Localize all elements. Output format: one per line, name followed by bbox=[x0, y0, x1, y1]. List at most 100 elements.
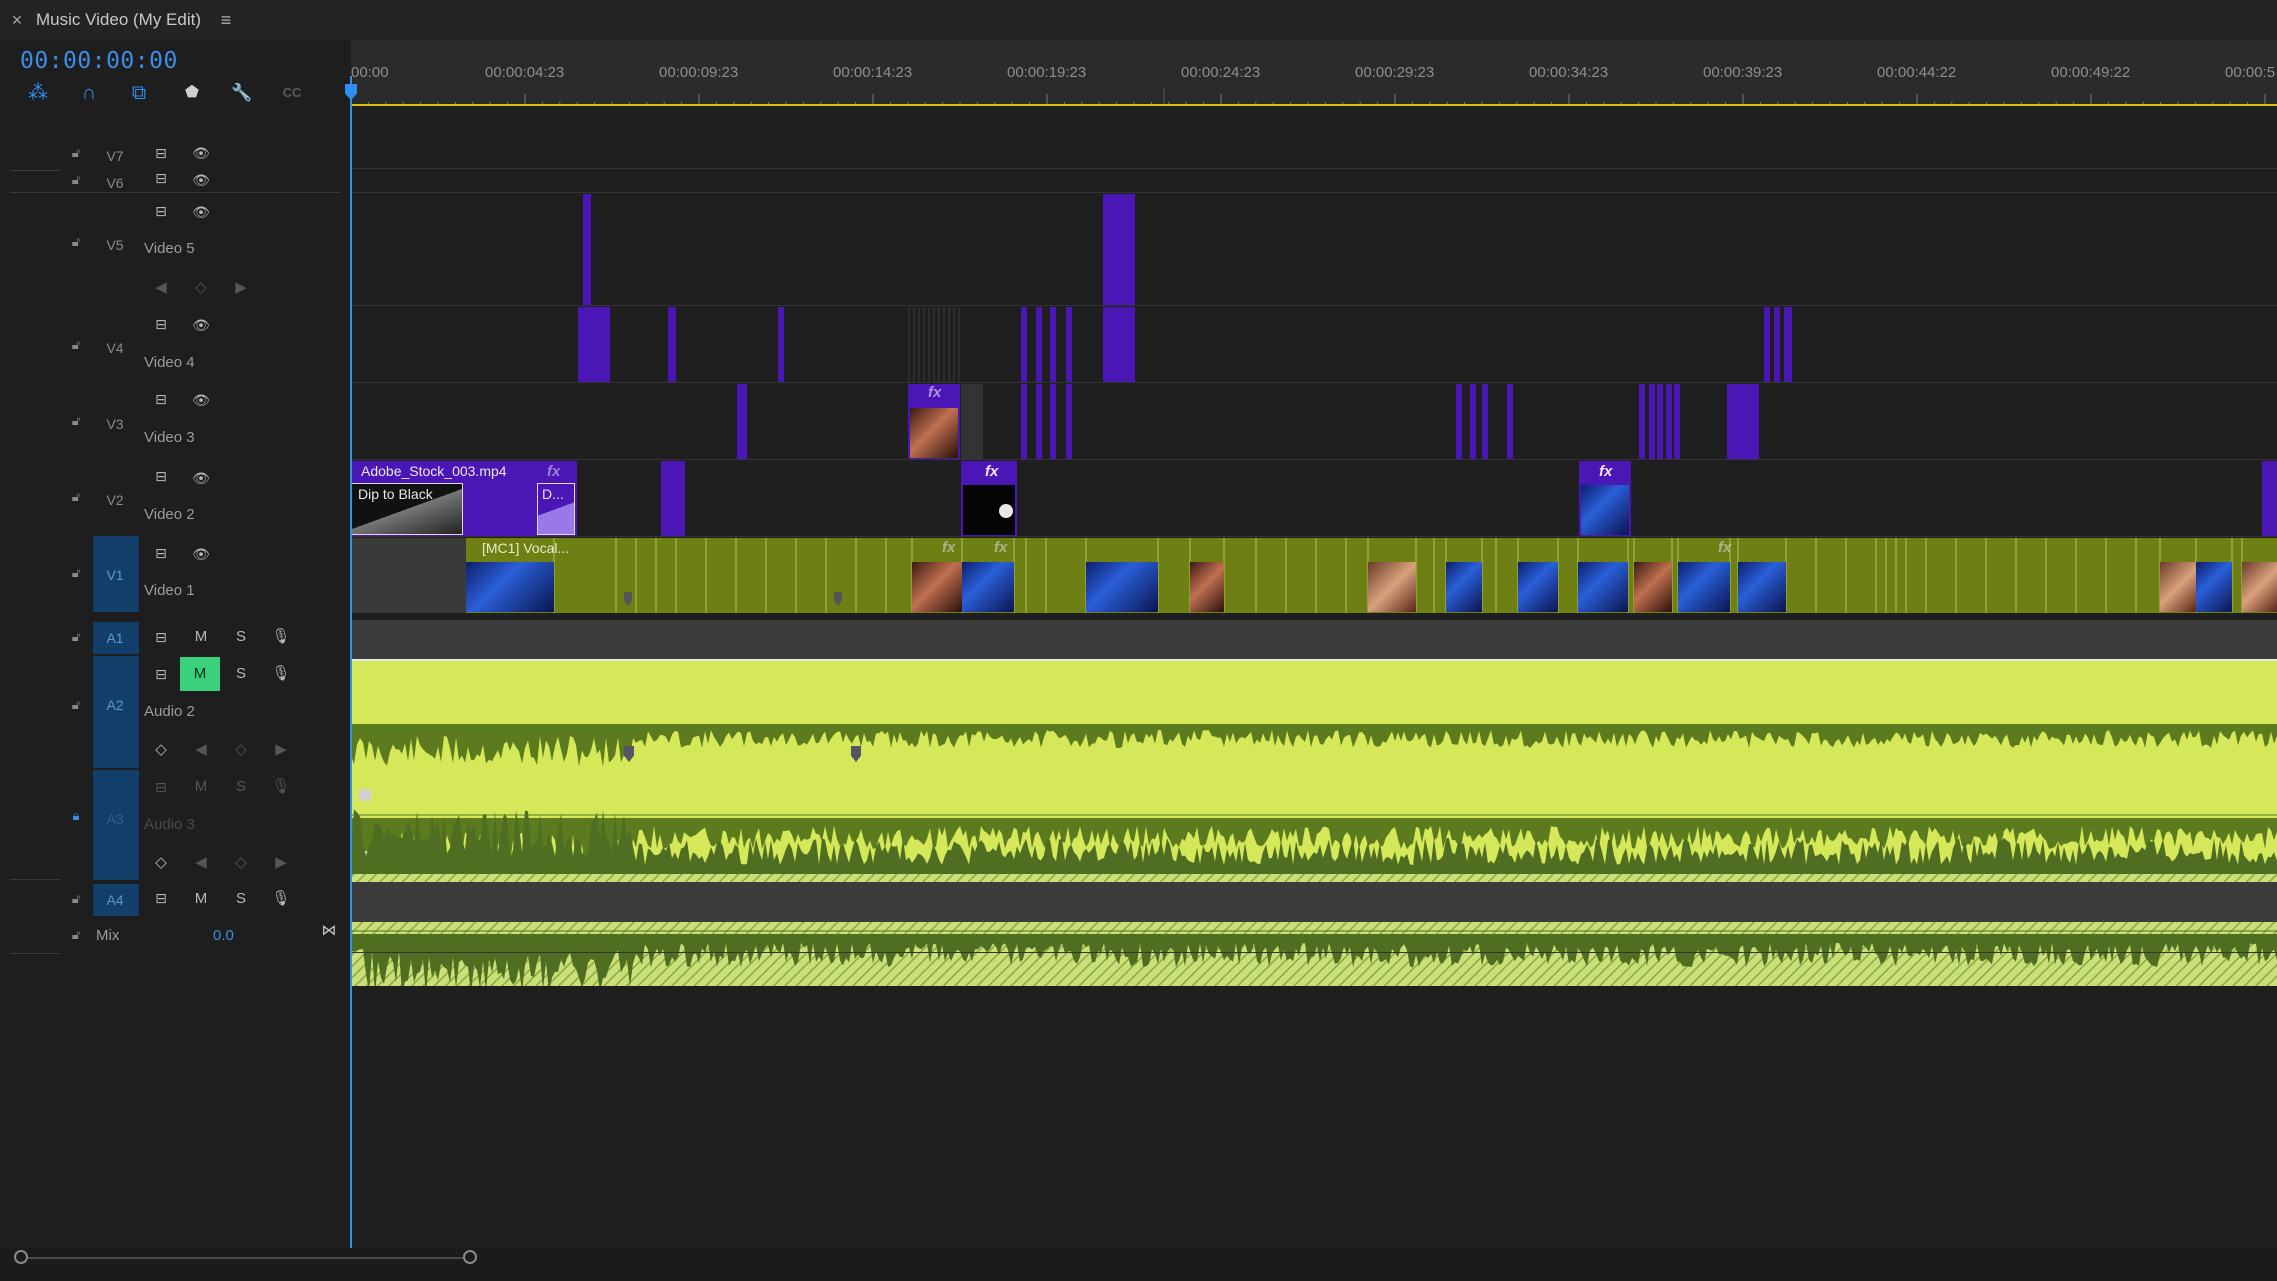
toggle-sync-lock-icon[interactable]: ⊟ bbox=[150, 168, 172, 188]
lock-icon[interactable]: 🔓︎ bbox=[68, 628, 84, 646]
mute-button-active[interactable]: M bbox=[180, 657, 220, 691]
video-clip[interactable] bbox=[578, 307, 610, 382]
toggle-sync-lock-icon[interactable]: ⊟ bbox=[150, 389, 172, 409]
eye-icon[interactable]: 👁︎ bbox=[190, 544, 212, 564]
time-ruler[interactable]: 00:00 00:00:04:23 00:00:09:23 00:00:14:2… bbox=[351, 40, 2277, 144]
video-clip[interactable] bbox=[1784, 307, 1792, 382]
microphone-icon[interactable]: 🎙︎ bbox=[270, 888, 292, 910]
lock-icon[interactable]: 🔓︎ bbox=[68, 171, 84, 189]
mute-button[interactable]: M bbox=[190, 776, 212, 798]
video-clip[interactable] bbox=[1507, 384, 1513, 459]
track-id-v2[interactable]: V2 bbox=[93, 487, 137, 513]
video-clip[interactable] bbox=[661, 461, 685, 536]
video-clip[interactable] bbox=[1482, 384, 1488, 459]
track-name[interactable]: Video 3 bbox=[144, 429, 195, 446]
next-keyframe-icon[interactable]: ▶ bbox=[270, 852, 292, 874]
toggle-sync-lock-icon[interactable]: ⊟ bbox=[150, 664, 172, 684]
timeline-settings-wrench-icon[interactable]: 🔧 bbox=[227, 80, 257, 106]
track-name[interactable]: Audio 3 bbox=[144, 816, 195, 833]
next-keyframe-icon[interactable]: ▶ bbox=[230, 277, 252, 299]
multicam-clip[interactable]: [MC1] Vocal... fx fx fx bbox=[466, 538, 2277, 613]
timeline-tracks-area[interactable]: fx Adobe_Stock_003.mp4 fx Dip to Black D… bbox=[351, 106, 2277, 1251]
mute-button[interactable]: M bbox=[190, 626, 212, 648]
mute-button[interactable]: M bbox=[190, 888, 212, 910]
track-name[interactable]: Video 5 bbox=[144, 240, 195, 257]
video-clip[interactable] bbox=[1103, 194, 1135, 305]
video-clip[interactable] bbox=[1727, 384, 1759, 459]
track-id-a2[interactable]: A2 bbox=[93, 692, 137, 718]
solo-button[interactable]: S bbox=[230, 626, 252, 648]
lock-icon[interactable]: 🔓︎ bbox=[68, 488, 84, 506]
scroll-start-handle[interactable] bbox=[14, 1250, 28, 1264]
solo-button[interactable]: S bbox=[230, 663, 252, 685]
video-clip[interactable] bbox=[1674, 384, 1680, 459]
add-keyframe-icon[interactable]: ◇ bbox=[190, 277, 212, 299]
lock-icon[interactable]: 🔓︎ bbox=[68, 412, 84, 430]
eye-icon[interactable]: 👁︎ bbox=[190, 315, 212, 335]
video-clip[interactable] bbox=[1666, 384, 1672, 459]
video-clip[interactable] bbox=[737, 384, 747, 459]
lock-icon-locked[interactable]: 🔒︎ bbox=[68, 807, 84, 825]
video-clip[interactable] bbox=[1066, 384, 1072, 459]
mix-volume-value[interactable]: 0.0 bbox=[213, 927, 234, 944]
keyframe-toggle-icon[interactable]: ◇ bbox=[150, 852, 172, 874]
video-clip-with-effect[interactable]: fx bbox=[1579, 461, 1631, 536]
prev-keyframe-icon[interactable]: ◀ bbox=[190, 739, 212, 761]
track-id-a1[interactable]: A1 bbox=[93, 625, 137, 651]
add-keyframe-icon[interactable]: ◇ bbox=[230, 739, 252, 761]
video-clip[interactable] bbox=[1036, 384, 1042, 459]
playhead-timecode[interactable]: 00:00:00:00 bbox=[20, 48, 178, 74]
video-clip[interactable] bbox=[1764, 307, 1770, 382]
transition-dip-to-black[interactable]: Dip to Black bbox=[351, 483, 463, 535]
video-clip[interactable] bbox=[668, 307, 676, 382]
eye-icon[interactable]: 👁︎ bbox=[190, 202, 212, 222]
lock-icon[interactable]: 🔓︎ bbox=[68, 564, 84, 582]
video-clip[interactable] bbox=[583, 194, 591, 305]
close-tab-icon[interactable]: × bbox=[8, 8, 26, 32]
playhead-line[interactable] bbox=[350, 76, 352, 1251]
eye-icon[interactable]: 👁︎ bbox=[190, 143, 212, 163]
add-keyframe-icon[interactable]: ◇ bbox=[230, 852, 252, 874]
track-name[interactable]: Audio 2 bbox=[144, 703, 195, 720]
track-id-v3[interactable]: V3 bbox=[93, 411, 137, 437]
toggle-sync-lock-icon[interactable]: ⊟ bbox=[150, 201, 172, 221]
track-name[interactable]: Video 4 bbox=[144, 354, 195, 371]
horizontal-zoom-scrollbar[interactable] bbox=[0, 1248, 2277, 1281]
toggle-sync-lock-icon[interactable]: ⊟ bbox=[150, 143, 172, 163]
scroll-end-handle[interactable] bbox=[463, 1250, 477, 1264]
solo-button[interactable]: S bbox=[230, 776, 252, 798]
video-clip[interactable] bbox=[1021, 307, 1027, 382]
track-name[interactable]: Video 1 bbox=[144, 582, 195, 599]
prev-keyframe-icon[interactable]: ◀ bbox=[150, 277, 172, 299]
captions-icon[interactable]: CC bbox=[277, 80, 307, 106]
toggle-sync-lock-icon[interactable]: ⊟ bbox=[150, 466, 172, 486]
video-clip[interactable] bbox=[1021, 384, 1027, 459]
video-clip-main[interactable]: Adobe_Stock_003.mp4 fx Dip to Black D... bbox=[351, 461, 577, 536]
sequence-tab-title[interactable]: Music Video (My Edit) bbox=[36, 8, 201, 32]
scroll-track[interactable] bbox=[20, 1257, 472, 1259]
eye-icon[interactable]: 👁︎ bbox=[190, 468, 212, 488]
track-id-v6[interactable]: V6 bbox=[93, 170, 137, 196]
microphone-icon[interactable]: 🎙︎ bbox=[270, 626, 292, 648]
toggle-sync-lock-icon[interactable]: ⊟ bbox=[150, 543, 172, 563]
next-keyframe-icon[interactable]: ▶ bbox=[270, 739, 292, 761]
track-id-a3[interactable]: A3 bbox=[93, 806, 137, 832]
video-clip[interactable] bbox=[1050, 384, 1056, 459]
prev-keyframe-icon[interactable]: ◀ bbox=[190, 852, 212, 874]
toggle-sync-lock-icon[interactable]: ⊟ bbox=[150, 777, 172, 797]
video-clip[interactable] bbox=[1036, 307, 1042, 382]
video-clip-with-effect[interactable]: fx bbox=[961, 461, 1017, 536]
lock-icon[interactable]: 🔓︎ bbox=[68, 926, 84, 944]
audio-track-a1-lane[interactable] bbox=[351, 620, 2277, 660]
snap-magnet-icon[interactable]: ∩ bbox=[74, 80, 104, 106]
video-clip[interactable] bbox=[1470, 384, 1476, 459]
video-clip[interactable] bbox=[2262, 461, 2277, 536]
video-clip[interactable] bbox=[1657, 384, 1663, 459]
nest-sequence-icon[interactable]: ⁂ bbox=[23, 80, 53, 106]
toggle-sync-lock-icon[interactable]: ⊟ bbox=[150, 888, 172, 908]
lock-icon[interactable]: 🔓︎ bbox=[68, 696, 84, 714]
toggle-sync-lock-icon[interactable]: ⊟ bbox=[150, 314, 172, 334]
lock-icon[interactable]: 🔓︎ bbox=[68, 336, 84, 354]
eye-icon[interactable]: 👁︎ bbox=[190, 170, 212, 190]
lock-icon[interactable]: 🔓︎ bbox=[68, 233, 84, 251]
